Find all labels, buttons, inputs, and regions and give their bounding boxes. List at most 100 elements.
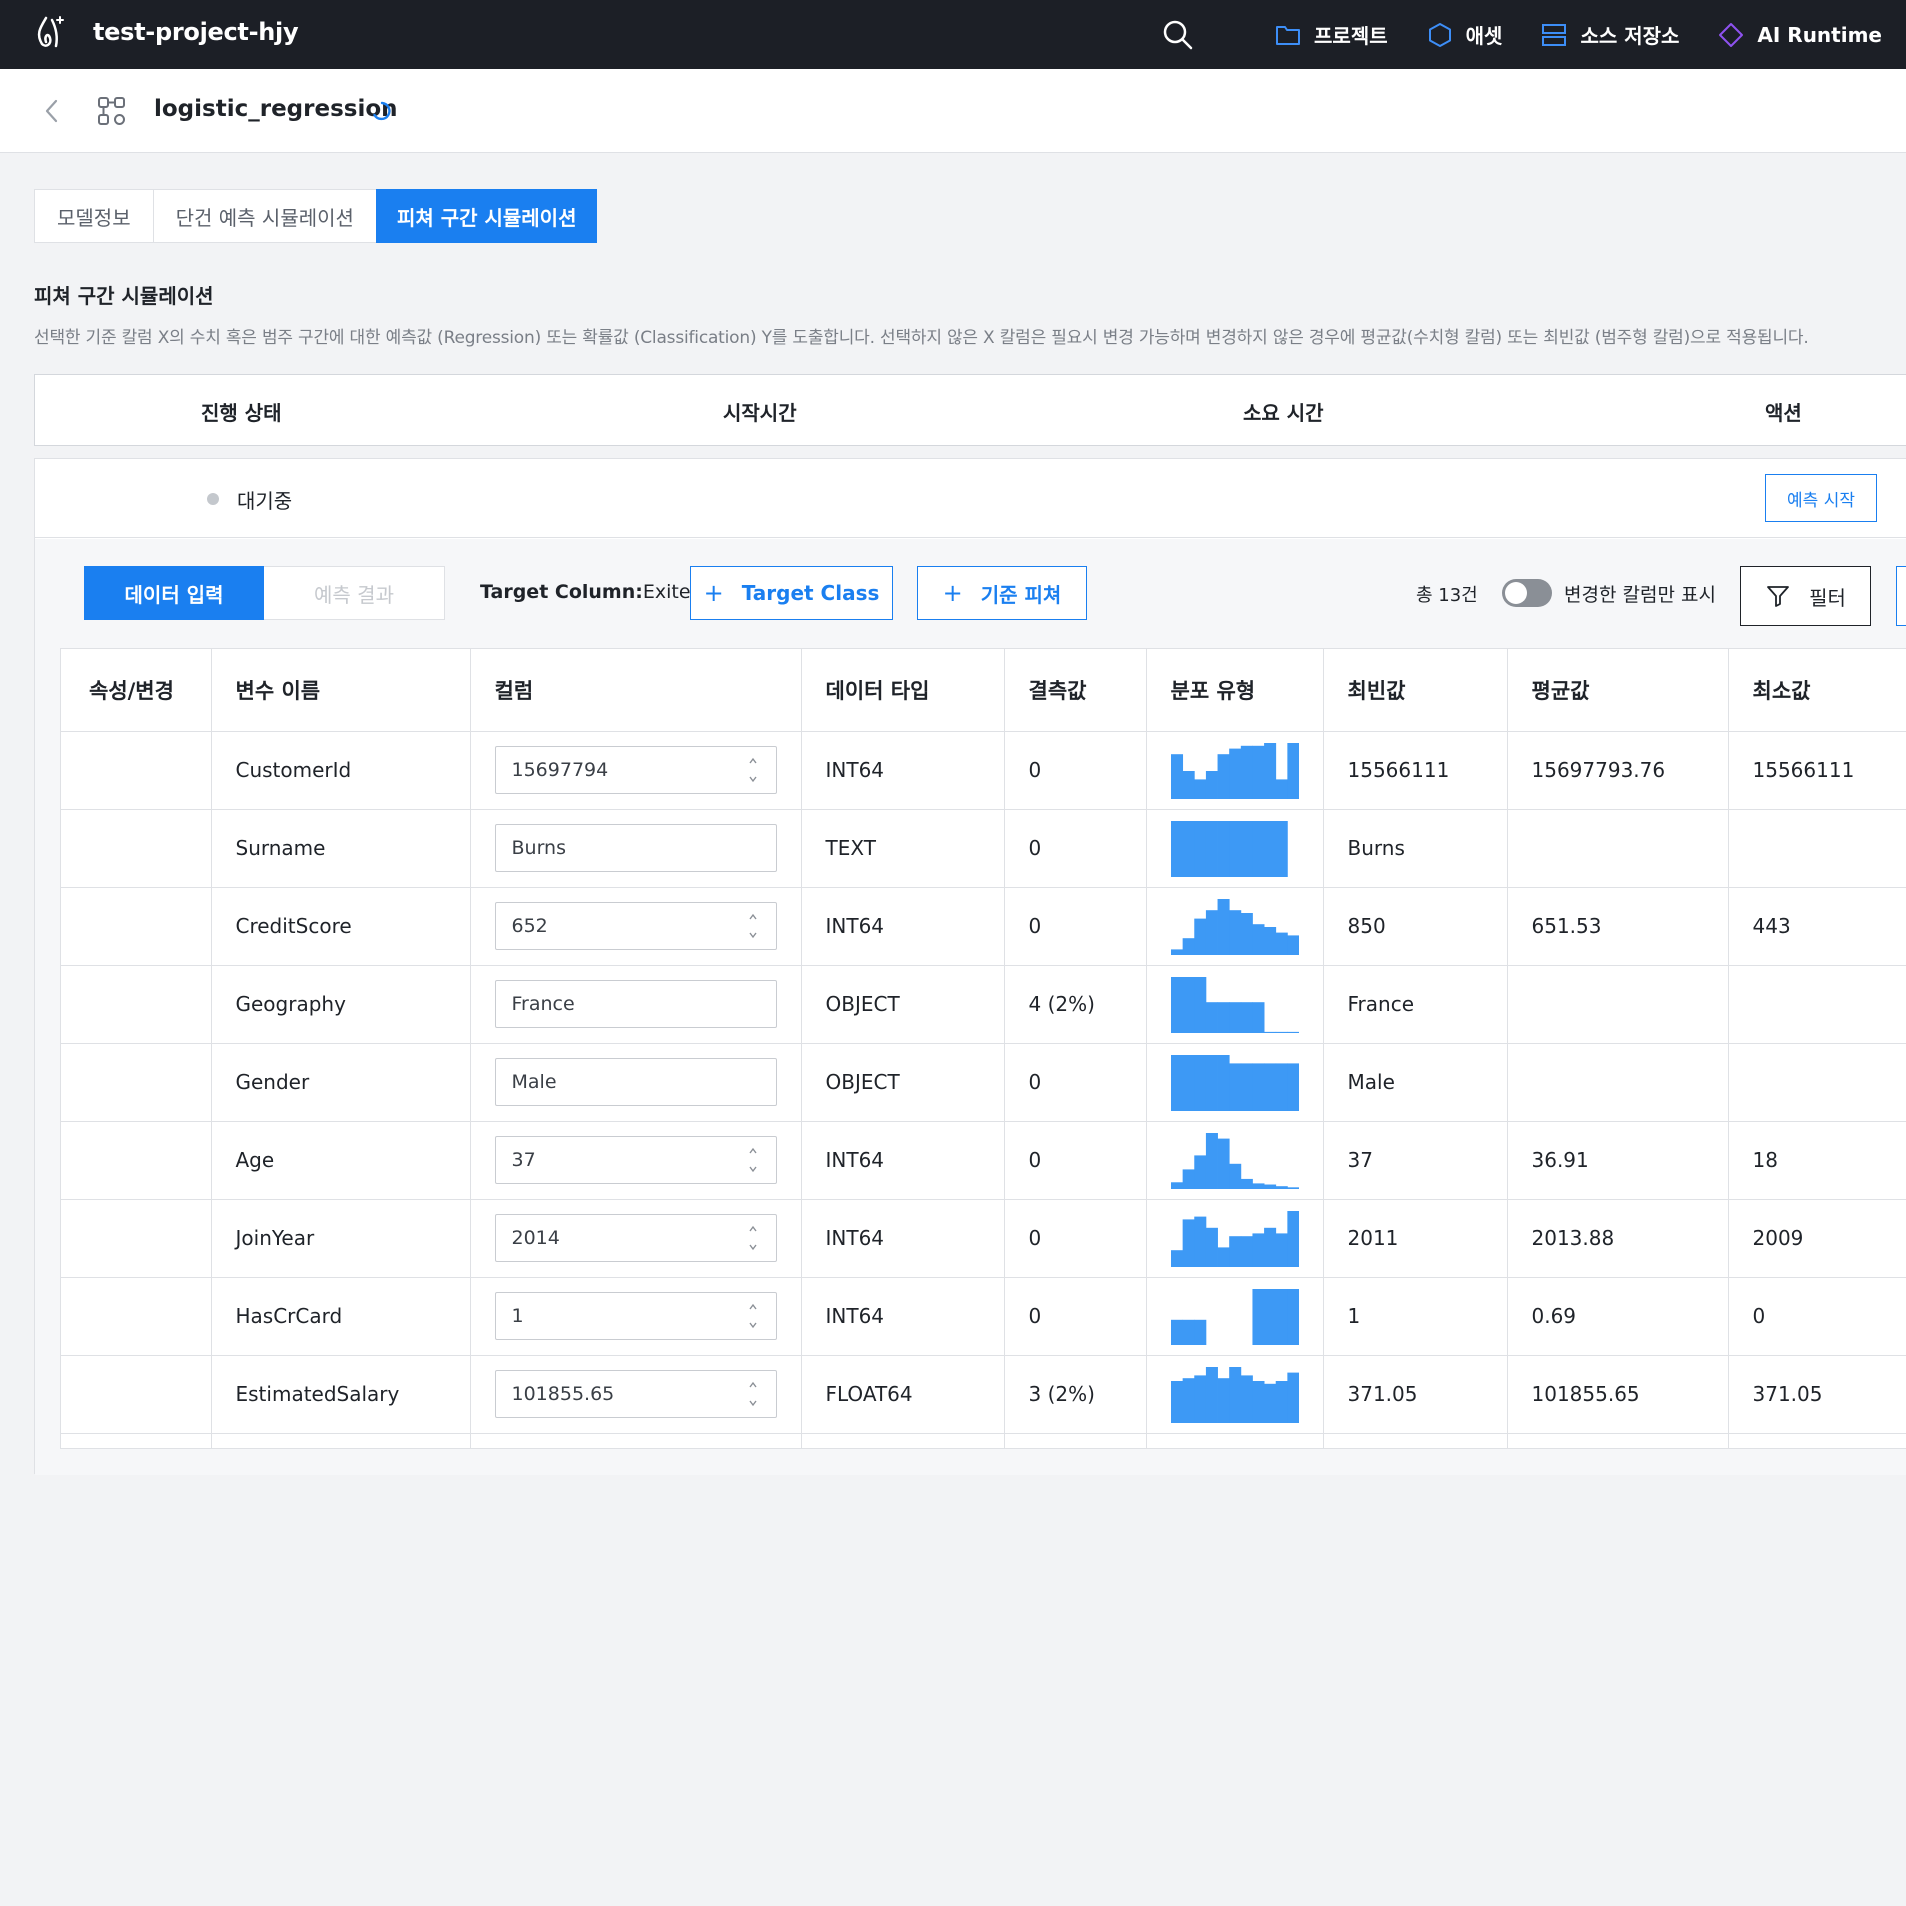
nav-item-project[interactable]: 프로젝트 [1274,20,1388,49]
project-name[interactable]: test-project-hjy [93,18,299,46]
back-icon[interactable] [40,95,64,127]
cell-attr-change[interactable] [61,1043,212,1122]
tab-model-info[interactable]: 모델정보 [35,190,154,242]
cell-attr-change[interactable] [61,887,212,966]
cell-variable-name: EstimatedSalary [211,1355,471,1434]
filter-icon [1767,586,1789,607]
top-nav-menu: 프로젝트 애셋 소스 저장소 AI Runtime [1160,0,1882,69]
histogram-bar [1193,1319,1206,1345]
stepper-icon[interactable] [748,755,758,785]
nav-item-label: 소스 저장소 [1580,24,1680,48]
model-icon [98,97,125,125]
more-button[interactable] [1896,566,1906,626]
input-area: 데이터 입력 예측 결과 Target Column:Exited + Targ… [35,539,1906,1475]
histogram-bar [1263,927,1276,955]
start-prediction-button[interactable]: 예측 시작 [1765,474,1877,522]
cell-data-type: TEXT [801,809,1005,888]
cell-data-type: INT64 [801,731,1005,810]
cell-distribution [1146,1043,1324,1122]
histogram-bar [1193,1055,1206,1111]
status-row: 대기중 예측 시작 [35,459,1906,538]
cell-data-type: INT64 [801,1121,1005,1200]
histogram-bar [1240,745,1253,799]
histogram-bar [1286,935,1299,955]
histogram-bar [1263,1227,1276,1267]
cell-attr-change[interactable] [61,809,212,888]
number-input[interactable]: 1 [494,1292,777,1340]
cell-attr-change[interactable] [61,965,212,1044]
table-row: JoinYear 2014 INT64 0 2011 2013.88 2009 [61,1199,1906,1278]
cell-missing: 0 [1004,1277,1147,1356]
filter-button[interactable]: 필터 [1740,566,1871,626]
histogram-bar [1205,1367,1218,1423]
page-header: logistic_regression [0,69,1906,153]
input-value: Male [511,1071,557,1093]
histogram-bar [1182,1169,1195,1189]
brand-logo-icon[interactable] [32,14,68,50]
text-input[interactable]: Burns [494,824,777,872]
histogram-bar [1240,1002,1253,1033]
search-icon[interactable] [1160,17,1196,53]
segment-data-input[interactable]: 데이터 입력 [84,566,264,620]
text-input[interactable]: Male [494,1058,777,1106]
stepper-icon[interactable] [748,911,758,941]
histogram-bar [1286,1031,1299,1033]
feature-table: 속성/변경 변수 이름 컬럼 데이터 타입 결측값 분포 유형 최빈값 평균값 … [61,649,1906,1448]
histogram-bar [1217,899,1230,955]
histogram-bar [1170,754,1183,799]
histogram-bar [1217,1055,1230,1111]
cell-attr-change[interactable] [61,731,212,810]
cell-column-input: France [470,965,802,1044]
nav-item-source-repo[interactable]: 소스 저장소 [1540,20,1679,49]
cell-min [1728,1043,1906,1122]
target-class-button[interactable]: + Target Class [690,566,893,620]
section-title: 피쳐 구간 시뮬레이션 [34,284,214,308]
col-mode: 최빈값 [1323,649,1508,732]
cell-attr-change[interactable] [61,1121,212,1200]
cell-attr-change[interactable] [61,1199,212,1278]
histogram-bar [1275,821,1288,877]
histogram-bar [1275,932,1288,955]
number-input[interactable]: 101855.65 [494,1370,777,1418]
folder-icon [1276,25,1301,45]
histogram-bar [1205,1133,1218,1189]
base-feature-button[interactable]: + 기준 피쳐 [917,566,1087,620]
tab-feature-range-simulation[interactable]: 피쳐 구간 시뮬레이션 [375,189,598,243]
cell-column-input: Male [470,1043,802,1122]
text-input[interactable]: France [494,980,777,1028]
histogram-bar [1251,1289,1264,1345]
histogram-bar [1286,1289,1299,1345]
histogram-bar [1205,1055,1218,1111]
table-row: Age 37 INT64 0 37 36.91 18 [61,1121,1906,1200]
segment-prediction-result[interactable]: 예측 결과 [264,567,444,619]
number-input[interactable]: 2014 [494,1214,777,1262]
stepper-icon[interactable] [748,1301,758,1331]
number-input[interactable]: 15697794 [494,746,777,794]
plus-icon: + [942,579,963,607]
tab-single-prediction[interactable]: 단건 예측 시뮬레이션 [154,190,377,242]
histogram-bar [1182,771,1195,799]
number-input[interactable]: 652 [494,902,777,950]
stepper-icon[interactable] [748,1145,758,1175]
histogram-bar [1228,1163,1241,1189]
cell-data-type: OBJECT [801,1043,1005,1122]
table-cell [61,1433,212,1448]
number-input[interactable]: 37 [494,1136,777,1184]
histogram-bar [1286,1211,1299,1267]
cell-mode: Burns [1323,809,1508,888]
cell-attr-change[interactable] [61,1355,212,1434]
header-status: 진행 상태 [201,401,282,425]
nav-item-ai-runtime[interactable]: AI Runtime [1717,21,1882,49]
stepper-icon[interactable] [748,1223,758,1253]
histogram-bar [1193,918,1206,955]
histogram-bar [1263,1031,1276,1033]
input-value: 2014 [511,1227,560,1249]
histogram-bar [1275,1063,1288,1111]
cell-min: 2009 [1728,1199,1906,1278]
nav-item-asset[interactable]: 애셋 [1426,20,1502,49]
histogram-bar [1251,1233,1264,1267]
cell-attr-change[interactable] [61,1277,212,1356]
changed-only-toggle[interactable] [1502,579,1552,607]
histogram-bar [1205,821,1218,877]
stepper-icon[interactable] [748,1379,758,1409]
